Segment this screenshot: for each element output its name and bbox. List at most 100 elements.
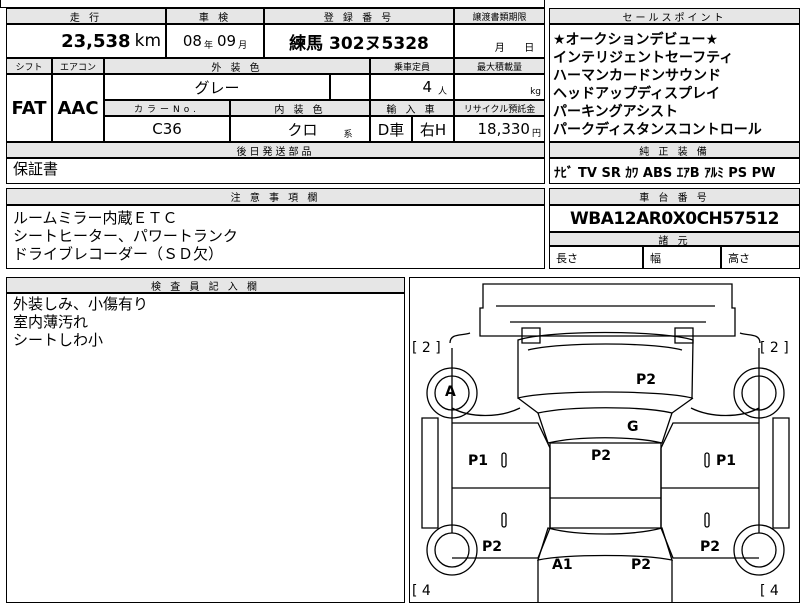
deferred-parts-box: 保証書 — [6, 158, 545, 184]
chassis-no-value: WBA12AR0X0CH57512 — [570, 208, 779, 229]
recycle-value: 18,330 — [477, 120, 530, 138]
inspector-header: 検 査 員 記 入 欄 — [6, 277, 405, 293]
aircon-value-cell: AAC — [52, 74, 104, 142]
color-no-value-cell: C36 — [104, 116, 230, 142]
shift-value: FAT — [11, 97, 47, 119]
deadline-day: 日 — [524, 43, 535, 54]
registration-header: 登 録 番 号 — [264, 8, 454, 24]
deadline-month: 月 — [494, 43, 505, 54]
capacity-value: 4 — [422, 78, 432, 96]
import-side: 右H — [419, 120, 447, 139]
dimension-width-label: 幅 — [650, 252, 661, 265]
color-no-value: C36 — [152, 120, 182, 138]
capacity-header: 乗車定員 — [370, 58, 454, 74]
mileage-value-cell: 23,538 km — [6, 24, 166, 58]
shift-value-cell: FAT — [6, 74, 52, 142]
note-item: シートヒーター、パワートランク — [13, 227, 238, 245]
inspection-header: 車 検 — [166, 8, 264, 24]
mark-right-rear: P2 — [700, 539, 721, 555]
inspector-note-item: 室内薄汚れ — [13, 313, 89, 331]
mark-left-front-tire: A — [445, 384, 456, 400]
sales-points-box: ★オークションデビュー★ インテリジェントセーフティ ハーマンカードンサウンド … — [549, 24, 800, 142]
import-drive: D車 — [377, 120, 405, 139]
exterior-color-value-cell: グレー — [104, 74, 330, 100]
inspector-note-item: 外装しみ、小傷有り — [13, 295, 149, 313]
chassis-no-header: 車 台 番 号 — [549, 188, 800, 205]
inspection-month-unit: 月 — [238, 40, 248, 51]
inspection-month: 09 — [217, 32, 237, 50]
deadline-value-cell: 月 日 — [454, 24, 545, 58]
inspection-year: 08 — [182, 32, 202, 50]
recycle-header: リサイクル預託金 — [454, 100, 545, 116]
plate-value: 練馬 302ヌ5328 — [289, 33, 429, 54]
sales-points-header: セールスポイント — [549, 8, 800, 24]
sales-point-item: パーキングアシスト — [553, 104, 679, 120]
left-front-count: [ 2 ] — [412, 340, 441, 356]
notes-header: 注 意 事 項 欄 — [6, 188, 545, 205]
aircon-header: エアコン — [52, 58, 104, 74]
inspector-notes-box: 外装しみ、小傷有り 室内薄汚れ シートしわ小 — [6, 293, 405, 603]
interior-color-value: クロ — [287, 120, 318, 139]
color-no-header: カラーNo. — [104, 100, 230, 116]
dimension-height-cell: 高さ — [721, 246, 800, 269]
recycle-value-cell: 18,330 円 — [454, 116, 545, 142]
exterior-color-header: 外 装 色 — [104, 58, 370, 74]
mark-left-door: P1 — [468, 453, 489, 469]
exterior-color-value: グレー — [194, 78, 240, 97]
inspection-year-unit: 年 — [203, 40, 213, 51]
plate-value-cell: 練馬 302ヌ5328 — [264, 24, 454, 58]
dimension-length-cell: 長さ — [549, 246, 643, 269]
max-load-value-cell: kg — [454, 74, 545, 100]
deferred-part-item: 保証書 — [13, 160, 59, 178]
inspection-value-cell: 08 年 09 月 — [166, 24, 264, 58]
recycle-unit: 円 — [531, 128, 541, 139]
sales-point-item: インテリジェントセーフティ — [553, 50, 734, 66]
inspector-note-item: シートしわ小 — [13, 331, 104, 349]
mark-windshield: G — [627, 419, 639, 435]
capacity-unit: 人 — [437, 86, 447, 97]
right-front-count: [ 2 ] — [760, 340, 789, 356]
exterior-color-extra-cell — [330, 74, 370, 100]
mileage-unit: km — [134, 31, 161, 51]
load-unit: kg — [530, 87, 541, 97]
import-side-cell: 右H — [412, 116, 454, 142]
max-load-header: 最大積載量 — [454, 58, 545, 74]
mileage-value: 23,538 — [61, 30, 131, 52]
mark-roof: P2 — [591, 448, 612, 464]
aircon-value: AAC — [57, 97, 99, 119]
dimension-width-cell: 幅 — [643, 246, 721, 269]
mark-rear-right: P2 — [631, 557, 652, 573]
notes-box: ルームミラー内蔵ＥＴＣ シートヒーター、パワートランク ドライブレコーダー（ＳＤ… — [6, 205, 545, 269]
note-item: ルームミラー内蔵ＥＴＣ — [13, 209, 178, 227]
capacity-value-cell: 4 人 — [370, 74, 454, 100]
deferred-parts-header: 後日発送部品 — [6, 142, 545, 158]
sales-point-item: ヘッドアップディスプレイ — [553, 86, 721, 102]
sales-point-item: パークディスタンスコントロール — [553, 122, 762, 138]
dimensions-header: 諸 元 — [549, 232, 800, 246]
import-header: 輸 入 車 — [370, 100, 454, 116]
mark-left-rear: P2 — [482, 539, 503, 555]
sales-point-item: ハーマンカードンサウンド — [553, 68, 721, 84]
mileage-header: 走 行 — [6, 8, 166, 24]
interior-color-header: 内 装 色 — [230, 100, 370, 116]
dimension-length-label: 長さ — [556, 252, 578, 265]
genuine-equipment-box: ﾅﾋﾞ TV SR ｶﾜ ABS ｴｱB ｱﾙﾐ PS PW — [549, 158, 800, 184]
chassis-no-box: WBA12AR0X0CH57512 — [549, 205, 800, 232]
sales-point-item: ★オークションデビュー★ — [553, 32, 719, 48]
note-item: ドライブレコーダー（ＳＤ欠） — [13, 245, 224, 263]
shift-header: シフト — [6, 58, 52, 74]
interior-color-suffix: 系 — [343, 129, 353, 140]
top-strip — [0, 0, 545, 8]
mark-right-door: P1 — [716, 453, 737, 469]
vehicle-diagram: [ 2 ] [ 2 ] [ 4 [ 4 P2 A G P2 P1 P1 P2 P… — [409, 277, 800, 603]
dimension-height-label: 高さ — [728, 252, 750, 265]
genuine-equipment-header: 純 正 装 備 — [549, 142, 800, 158]
mark-rear-left: A1 — [552, 557, 573, 573]
interior-color-value-cell: クロ 系 — [230, 116, 370, 142]
transfer-deadline-header: 譲渡書類期限 — [454, 8, 545, 24]
import-drive-cell: D車 — [370, 116, 412, 142]
right-rear-count: [ 4 — [760, 583, 779, 599]
left-rear-count: [ 4 — [412, 583, 431, 599]
genuine-equipment-value: ﾅﾋﾞ TV SR ｶﾜ ABS ｴｱB ｱﾙﾐ PS PW — [554, 165, 776, 181]
mark-hood: P2 — [636, 372, 657, 388]
